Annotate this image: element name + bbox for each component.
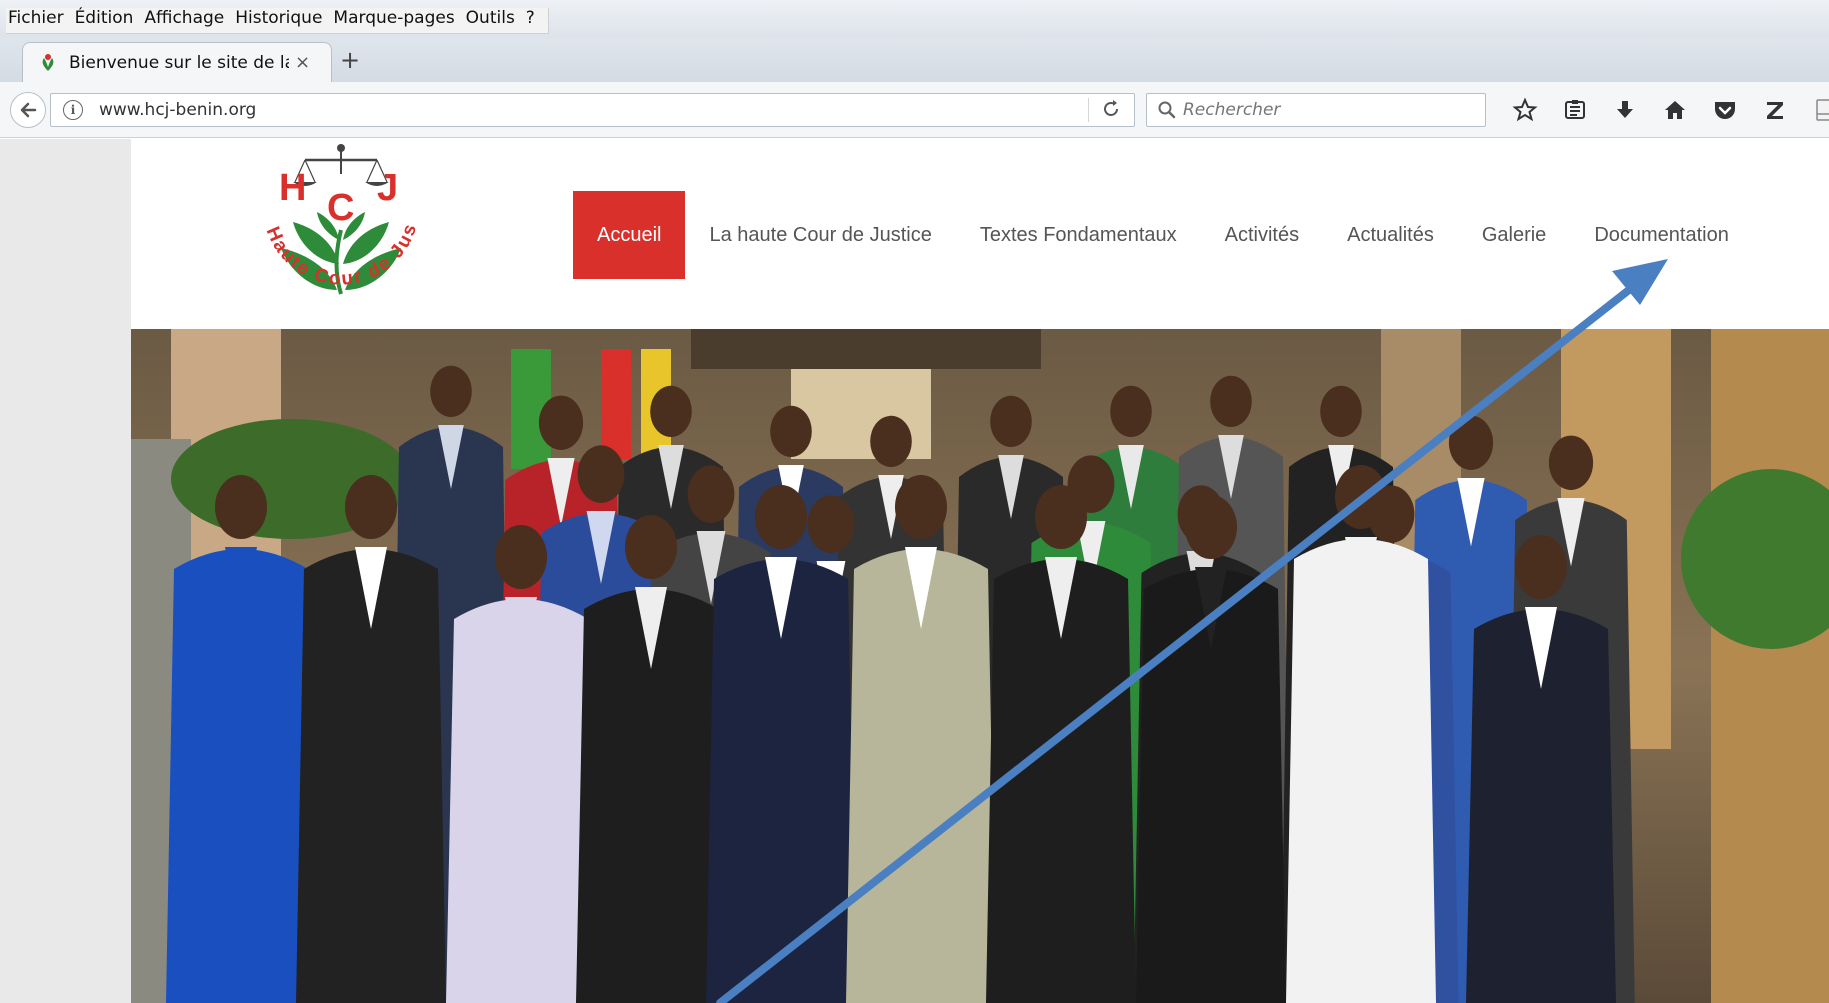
url-text[interactable]: www.hcj-benin.org <box>99 100 256 120</box>
svg-text:C: C <box>327 187 354 229</box>
site-container: H C J Haute Cour de Jus Accueil La haute… <box>131 128 1829 1003</box>
menu-historique[interactable]: Historique <box>233 8 331 31</box>
page-icon[interactable] <box>1800 94 1829 126</box>
hero-group-photo <box>131 329 1829 1003</box>
url-bar[interactable]: i www.hcj-benin.org <box>50 93 1135 127</box>
menu-items: Fichier Édition Affichage Historique Mar… <box>6 8 549 34</box>
menu-aide[interactable]: ? <box>524 8 544 31</box>
nav-galerie[interactable]: Galerie <box>1458 191 1570 279</box>
download-icon[interactable] <box>1600 94 1650 126</box>
menu-edition[interactable]: Édition <box>73 8 143 31</box>
toolbar-icons <box>1500 94 1829 126</box>
menu-marque-pages[interactable]: Marque-pages <box>331 8 463 31</box>
favicon-icon <box>37 52 59 74</box>
browser-tab[interactable]: Bienvenue sur le site de la haute × <box>22 42 332 82</box>
home-icon[interactable] <box>1650 94 1700 126</box>
nav-activites[interactable]: Activités <box>1201 191 1323 279</box>
search-input[interactable] <box>1183 100 1473 120</box>
search-bar[interactable] <box>1146 93 1486 127</box>
url-separator <box>1088 98 1089 122</box>
star-icon[interactable] <box>1500 94 1550 126</box>
page-viewport: H C J Haute Cour de Jus Accueil La haute… <box>0 128 1829 1003</box>
tab-title: Bienvenue sur le site de la haute <box>69 52 289 73</box>
person-silhouette <box>166 475 316 1003</box>
tab-bar: Bienvenue sur le site de la haute × + <box>0 38 1829 82</box>
pocket-icon[interactable] <box>1700 94 1750 126</box>
site-info-icon[interactable]: i <box>63 100 83 120</box>
menu-bar: Fichier Édition Affichage Historique Mar… <box>0 0 1829 38</box>
reading-list-icon[interactable] <box>1550 94 1600 126</box>
reload-icon[interactable] <box>1100 98 1122 125</box>
svg-text:J: J <box>377 167 398 209</box>
nav-haute-cour[interactable]: La haute Cour de Justice <box>685 191 955 279</box>
search-icon <box>1158 101 1176 119</box>
menu-fichier[interactable]: Fichier <box>6 8 73 31</box>
nav-textes-fondamentaux[interactable]: Textes Fondamentaux <box>956 191 1201 279</box>
hcj-logo[interactable]: H C J Haute Cour de Jus <box>225 128 451 324</box>
nav-accueil[interactable]: Accueil <box>573 191 686 279</box>
zotero-icon[interactable] <box>1750 94 1800 126</box>
people-silhouettes <box>166 365 1635 1003</box>
back-button[interactable] <box>10 92 46 128</box>
site-header: H C J Haute Cour de Jus Accueil La haute… <box>131 128 1829 329</box>
nav-actualites[interactable]: Actualités <box>1323 191 1458 279</box>
new-tab-button[interactable]: + <box>340 46 360 74</box>
svg-text:H: H <box>279 167 306 209</box>
site-navigation: Accueil La haute Cour de Justice Textes … <box>573 191 1753 279</box>
navigation-bar: i www.hcj-benin.org <box>0 82 1829 138</box>
tab-close-icon[interactable]: × <box>295 52 310 73</box>
nav-documentation[interactable]: Documentation <box>1570 191 1753 279</box>
menu-affichage[interactable]: Affichage <box>142 8 233 31</box>
back-arrow-icon <box>20 102 37 118</box>
menu-outils[interactable]: Outils <box>464 8 524 31</box>
